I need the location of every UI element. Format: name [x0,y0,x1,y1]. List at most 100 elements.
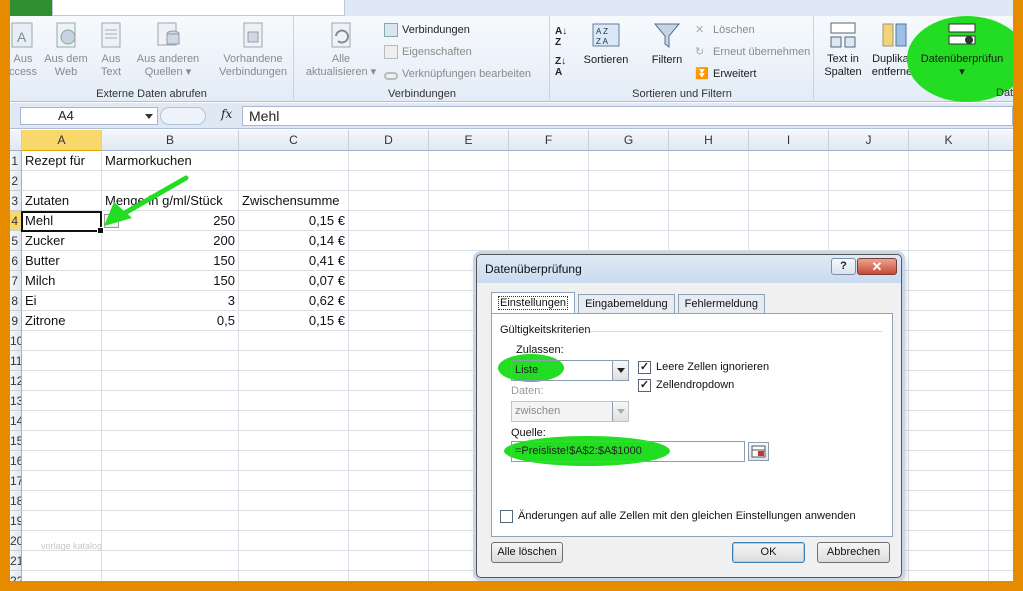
apply-all-label: Änderungen auf alle Zellen mit den gleic… [518,510,856,522]
from-access-button[interactable]: A Aus ccess [10,20,39,79]
row-header[interactable]: 9 [10,311,22,331]
cancel-button[interactable]: Abbrechen [817,542,890,563]
cell-a9[interactable]: Zitrone [22,311,68,331]
column-header-l[interactable] [989,130,1013,151]
from-other-sources-button[interactable]: Aus anderen Quellen ▾ [134,20,202,79]
chevron-down-icon[interactable] [612,402,628,421]
insert-function-button[interactable]: fx [221,107,232,121]
cell-a7[interactable]: Milch [22,271,58,291]
collapse-dialog-button[interactable] [748,442,769,461]
name-box[interactable]: A4 [20,107,158,125]
cell-c8[interactable]: 0,62 € [239,291,348,311]
connections-button[interactable]: Verbindungen [384,21,470,39]
column-header-e[interactable]: E [429,130,509,151]
cell-b7[interactable]: 150 [102,271,238,291]
column-header-d[interactable]: D [349,130,429,151]
apply-all-checkbox[interactable] [500,510,513,523]
tab-input-message[interactable]: Eingabemeldung [578,294,675,313]
allow-select[interactable]: Liste [511,360,629,381]
ok-button[interactable]: OK [732,542,805,563]
cell-a1[interactable]: Rezept für [22,151,88,171]
sort-az-button[interactable]: A↓ Z [555,26,567,48]
cell-a8[interactable]: Ei [22,291,40,311]
column-header-k[interactable]: K [909,130,989,151]
cell-c4[interactable]: 0,15 € [239,211,348,231]
row-header[interactable]: 13 [10,391,22,411]
clear-all-button[interactable]: Alle löschen [491,542,563,563]
edit-links-button[interactable]: Verknüpfungen bearbeiten [384,65,531,83]
row-header[interactable]: 11 [10,351,22,371]
cell-a3[interactable]: Zutaten [22,191,72,211]
close-button[interactable]: ✕ [857,258,897,275]
data-select[interactable]: zwischen [511,401,629,422]
sort-za-button[interactable]: Z↓ A [555,56,566,78]
row-header[interactable]: 21 [10,551,22,571]
cell-b6[interactable]: 150 [102,251,238,271]
cell-c5[interactable]: 0,14 € [239,231,348,251]
from-web-button[interactable]: Aus dem Web [42,20,90,79]
cell-a5[interactable]: Zucker [22,231,68,251]
from-text-button[interactable]: Aus Text [96,20,126,79]
row-header[interactable]: 20 [10,531,22,551]
column-header-j[interactable]: J [829,130,909,151]
row-header[interactable]: 6 [10,251,22,271]
formula-bar-divider[interactable] [160,107,206,125]
row-header[interactable]: 2 [10,171,22,191]
active-cell-border[interactable] [21,211,104,234]
cell-b9[interactable]: 0,5 [102,311,238,331]
row-header[interactable]: 10 [10,331,22,351]
svg-text:A: A [17,29,27,45]
file-tab[interactable] [10,0,52,16]
cell-b8[interactable]: 3 [102,291,238,311]
column-header-f[interactable]: F [509,130,589,151]
ignore-blank-checkbox[interactable] [638,361,651,374]
advanced-filter-button[interactable]: ⏬ Erweitert [695,65,756,83]
row-header[interactable]: 7 [10,271,22,291]
cell-b5[interactable]: 200 [102,231,238,251]
row-header[interactable]: 22 [10,571,22,581]
cell-c9[interactable]: 0,15 € [239,311,348,331]
column-header-c[interactable]: C [239,130,349,151]
row-header[interactable]: 5 [10,231,22,251]
select-all-corner[interactable] [10,130,22,151]
sort-button[interactable]: A ZZ A Sortieren [579,20,633,67]
row-header[interactable]: 16 [10,451,22,471]
row-header[interactable]: 3 [10,191,22,211]
cell-a6[interactable]: Butter [22,251,63,271]
tab-error-alert[interactable]: Fehlermeldung [677,294,766,313]
refresh-all-button[interactable]: Alle aktualisieren ▾ [301,20,381,79]
cell-c7[interactable]: 0,07 € [239,271,348,291]
cell-b1[interactable]: Marmorkuchen [102,151,195,171]
row-header[interactable]: 14 [10,411,22,431]
column-header-g[interactable]: G [589,130,669,151]
cell-c3[interactable]: Zwischensumme [239,191,343,211]
row-header[interactable]: 18 [10,491,22,511]
ribbon-tab-active[interactable] [52,0,345,16]
data-validation-button[interactable]: Datenüberprüfun ▾ [913,20,1011,79]
tab-settings[interactable]: Einstellungen [491,292,576,313]
link-icon [384,71,398,80]
row-header[interactable]: 1 [10,151,22,171]
in-cell-dropdown-checkbox[interactable] [638,379,651,392]
column-header-b[interactable]: B [102,130,239,151]
row-header[interactable]: 8 [10,291,22,311]
cell-c6[interactable]: 0,41 € [239,251,348,271]
row-header[interactable]: 17 [10,471,22,491]
clear-filter-button[interactable]: ✕ Löschen [695,21,755,39]
column-header-a[interactable]: A [22,130,102,151]
reapply-button[interactable]: ↻ Erneut übernehmen [695,43,810,61]
row-header[interactable]: 19 [10,511,22,531]
source-input[interactable]: =Preisliste!$A$2:$A$1000 [511,441,745,462]
formula-input[interactable]: Mehl [242,106,1013,126]
chevron-down-icon[interactable] [612,361,628,380]
help-button[interactable]: ? [831,258,856,275]
filter-button[interactable]: Filtern [645,20,689,67]
existing-connections-button[interactable]: Vorhandene Verbindungen [214,20,292,79]
name-box-dropdown-icon[interactable] [145,114,153,119]
column-header-h[interactable]: H [669,130,749,151]
row-header[interactable]: 15 [10,431,22,451]
column-header-i[interactable]: I [749,130,829,151]
properties-button[interactable]: Eigenschaften [384,43,472,61]
row-header[interactable]: 12 [10,371,22,391]
text-to-columns-button[interactable]: Text in Spalten [821,20,865,79]
